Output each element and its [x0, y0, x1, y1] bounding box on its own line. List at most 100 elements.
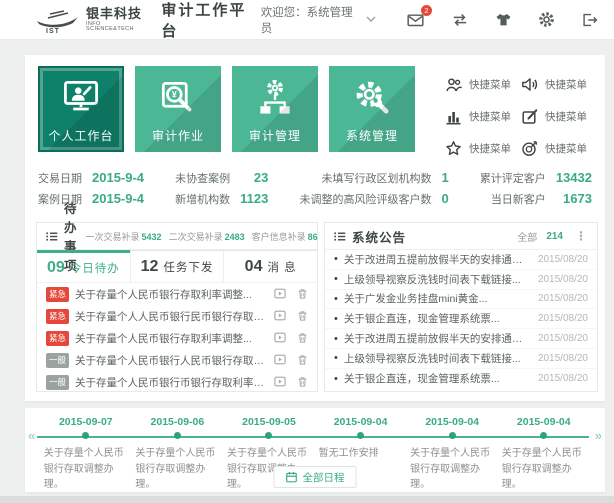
stat-label: 交易日期	[38, 169, 92, 188]
announcement-item[interactable]: •关于广发金业务挂盘mini黄金...2015/08/20	[325, 290, 597, 310]
todo-item[interactable]: 一般 关于存量个人民币银行币银行存取利率调整...	[37, 371, 317, 393]
announcement-item[interactable]: •关于改进周五提前放假半天的安排通知...2015/08/20	[325, 329, 597, 349]
brand-logo: IST 银丰科技 INFO SCIENCE&TECH	[34, 7, 147, 33]
stats-group-pending: 未填写行政区划机构数1 未调整的高风险评级客户数0	[299, 167, 448, 211]
bullet-icon: •	[334, 373, 338, 385]
top-header: IST 银丰科技 INFO SCIENCE&TECH 审计工作平台 欢迎您：系统…	[0, 0, 614, 40]
tile-system-management[interactable]: 系统管理	[329, 66, 415, 152]
tab-task-dispatch[interactable]: 12 任务下发	[130, 250, 224, 282]
announcement-item[interactable]: •上级领导视察反洗钱时间表下载链接...2015/08/20	[325, 270, 597, 290]
quick-menu-target[interactable]: 快捷菜单	[521, 133, 597, 163]
tile-personal-workbench[interactable]: 个人工作台	[38, 66, 124, 152]
list-icon	[45, 230, 58, 243]
tile-audit-operation[interactable]: ¥ 审计作业	[135, 66, 221, 152]
priority-badge: 一般	[46, 375, 69, 390]
forward-icon[interactable]	[274, 288, 286, 300]
all-schedule-button[interactable]: 全部日程	[274, 466, 357, 488]
stat-value: 13432	[556, 169, 592, 188]
stat-value: 1123	[240, 190, 268, 209]
priority-badge: 紧急	[46, 309, 69, 324]
star-icon	[445, 140, 462, 157]
tile-audit-management[interactable]: 审计管理	[232, 66, 318, 152]
dashboard-card: 个人工作台 ¥ 审计作业	[25, 55, 605, 401]
tile-label: 审计作业	[152, 127, 204, 144]
timeline-next-icon[interactable]: »	[595, 428, 602, 443]
settings-icon[interactable]	[538, 11, 555, 28]
announcement-item[interactable]: •关于银企直连，现金管理系统票...2015/08/20	[325, 369, 597, 389]
stats-group-cases: 未协查案例23 新增机构数1123	[175, 167, 268, 211]
calendar-icon	[286, 471, 298, 483]
tile-label: 审计管理	[249, 127, 301, 144]
stat-value: 23	[240, 169, 268, 188]
timeline-prev-icon[interactable]: «	[28, 428, 35, 443]
stat-label: 未填写行政区划机构数	[299, 169, 441, 188]
todo-list: 紧急 关于存量个人民币银行存取利率调整... 紧急 关于存量个人人民币银行民币银…	[37, 283, 317, 393]
quick-menu-reports[interactable]: 快捷菜单	[445, 101, 521, 131]
brand-abbr: IST	[46, 28, 60, 35]
welcome-text: 欢迎您：系统管理员	[261, 4, 361, 36]
quick-menu-edit[interactable]: 快捷菜单	[521, 101, 597, 131]
todo-item[interactable]: 紧急 关于存量个人民币银行存取利率调整...	[37, 327, 317, 349]
quick-menu-label: 快捷菜单	[545, 77, 587, 92]
forward-icon[interactable]	[274, 354, 286, 366]
stat-value: 0	[441, 190, 448, 209]
todo-panel: 待办事项 一次交易补录5432 二次交易补录2483 客户信息补录86 ⋮ 09…	[36, 222, 318, 392]
todo-title: 关于存量个人民币银行存取利率调整...	[75, 287, 266, 302]
stats-group-dates: 交易日期2015-9-4 案例日期2015-9-4	[38, 167, 144, 211]
forward-icon[interactable]	[274, 332, 286, 344]
stat-label: 新增机构数	[175, 190, 240, 209]
bullet-icon: •	[334, 352, 338, 364]
message-icon[interactable]: 2	[406, 11, 425, 28]
announcement-item[interactable]: •上级领导视察反洗钱时间表下载链接...2015/08/20	[325, 349, 597, 369]
quick-menu-announce[interactable]: 快捷菜单	[521, 69, 597, 99]
announcement-item[interactable]: •关于银企直连，现金管理系统票...2015/08/20	[325, 309, 597, 329]
timeline-entry[interactable]: 2015-09-06 关于存量个人民币银行存取调整办理。	[132, 416, 224, 493]
bullet-icon: •	[334, 313, 338, 325]
all-link[interactable]: 全部	[517, 229, 537, 244]
forward-icon[interactable]	[274, 376, 286, 388]
announcement-panel: 系统公告 全部 214 ⋮ •关于改进周五提前放假半天的安排通知...2015/…	[324, 222, 598, 392]
quick-menu-label: 快捷菜单	[469, 77, 511, 92]
more-menu-icon[interactable]: ⋮	[573, 229, 589, 243]
trash-icon[interactable]	[297, 310, 308, 322]
timeline-entry[interactable]: 2015-09-07 关于存量个人民币银行存取调整办理。	[40, 416, 132, 493]
priority-badge: 一般	[46, 353, 69, 368]
user-menu[interactable]: 欢迎您：系统管理员	[261, 4, 376, 36]
counter-second-supplement: 二次交易补录2483	[169, 230, 245, 243]
todo-title: 关于存量个人民币银行存取利率调整...	[75, 331, 266, 346]
trash-icon[interactable]	[297, 332, 308, 344]
theme-icon[interactable]	[495, 12, 512, 28]
announcement-panel-title: 系统公告	[352, 227, 406, 246]
timeline-dot	[357, 432, 364, 439]
workbench-monitor-user-icon	[59, 75, 103, 121]
ship-logo-icon: IST	[34, 7, 80, 33]
users-icon	[445, 76, 462, 93]
trash-icon[interactable]	[297, 376, 308, 388]
trash-icon[interactable]	[297, 288, 308, 300]
tab-today-todo[interactable]: 09 今日待办	[37, 250, 130, 282]
swap-icon[interactable]	[451, 12, 469, 28]
timeline-entry[interactable]: 2015-09-04 关于存量个人民币银行存取调整办理。	[406, 416, 498, 493]
tab-messages[interactable]: 04 消 息	[223, 250, 317, 282]
bullet-icon: •	[334, 333, 338, 345]
stat-value: 2015-9-4	[92, 169, 144, 188]
trash-icon[interactable]	[297, 354, 308, 366]
svg-text:¥: ¥	[172, 89, 178, 99]
module-tiles: 个人工作台 ¥ 审计作业	[38, 66, 415, 152]
timeline-dot	[82, 432, 89, 439]
timeline-entry[interactable]: 2015-09-04 关于存量个人民币银行存取调整办理。	[498, 416, 590, 493]
schedule-timeline: « » 2015-09-07 关于存量个人民币银行存取调整办理。 2015-09…	[25, 408, 605, 492]
todo-item[interactable]: 紧急 关于存量个人人民币银行民币银行存取利率调整...	[37, 305, 317, 327]
forward-icon[interactable]	[274, 310, 286, 322]
quick-menu-favorites[interactable]: 快捷菜单	[445, 133, 521, 163]
logout-icon[interactable]	[581, 12, 598, 28]
bullet-icon: •	[334, 293, 338, 305]
announcement-item[interactable]: •关于改进周五提前放假半天的安排通知...2015/08/20	[325, 250, 597, 270]
page-title: 审计工作平台	[161, 0, 260, 41]
todo-item[interactable]: 紧急 关于存量个人民币银行存取利率调整...	[37, 283, 317, 305]
quick-menu-label: 快捷菜单	[469, 109, 511, 124]
todo-item[interactable]: 一般 关于存量个人民币银行人民币银行存取利率调整...	[37, 349, 317, 371]
quick-menu-users[interactable]: 快捷菜单	[445, 69, 521, 99]
todo-tabs: 09 今日待办 12 任务下发 04 消 息	[37, 250, 317, 283]
tile-label: 系统管理	[346, 127, 398, 144]
